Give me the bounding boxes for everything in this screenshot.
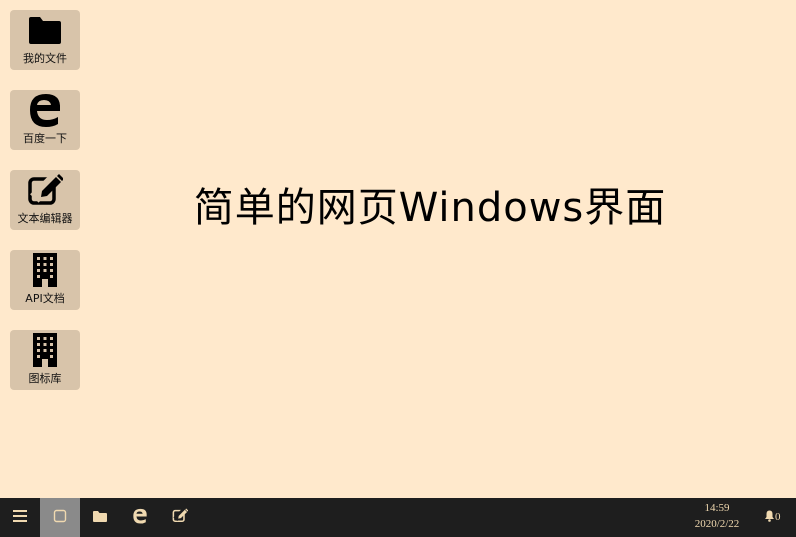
desktop-icon-api-docs[interactable]: API文档: [10, 250, 80, 310]
taskbar-files-button[interactable]: [80, 498, 120, 537]
taskbar: 14:59 2020/2/22 0: [0, 498, 796, 537]
desktop-icon-my-files[interactable]: 我的文件: [10, 10, 80, 70]
edit-icon: [172, 506, 189, 527]
desktop-icon-label: 百度一下: [23, 132, 67, 145]
desktop-icon-text-editor[interactable]: 文本编辑器: [10, 170, 80, 230]
start-menu-button[interactable]: [0, 498, 40, 537]
bell-icon: [764, 510, 775, 525]
notification-count: 0: [775, 511, 781, 523]
notification-button[interactable]: 0: [764, 510, 781, 524]
folder-icon: [92, 508, 108, 527]
edit-icon: [10, 172, 80, 208]
desktop-icon-label: 文本编辑器: [17, 212, 73, 225]
desktop-icon-label: 我的文件: [23, 52, 67, 65]
desktop-icon-label: 图标库: [28, 372, 62, 385]
edge-icon: [10, 92, 80, 128]
page-title: 简单的网页Windows界面: [193, 185, 667, 231]
taskbar-browser-button[interactable]: [120, 498, 160, 537]
clock-date: 2020/2/22: [694, 518, 740, 530]
menu-icon: [12, 508, 28, 527]
desktop: 我的文件 百度一下 文本编辑器 API文档 图标库 简单的网页Windows界面: [0, 0, 796, 498]
taskbar-editor-button[interactable]: [160, 498, 200, 537]
clock-time: 14:59: [704, 502, 730, 514]
desktop-icon-label: API文档: [25, 292, 65, 305]
desktop-icon-baidu[interactable]: 百度一下: [10, 90, 80, 150]
taskbar-clock[interactable]: 14:59 2020/2/22: [682, 500, 752, 532]
desktop-icon-icon-library[interactable]: 图标库: [10, 330, 80, 390]
show-desktop-button[interactable]: [40, 498, 80, 537]
edge-icon: [132, 508, 148, 528]
building-icon: [10, 252, 80, 288]
building-icon: [10, 332, 80, 368]
folder-icon: [10, 12, 80, 48]
window-icon: [53, 508, 67, 527]
